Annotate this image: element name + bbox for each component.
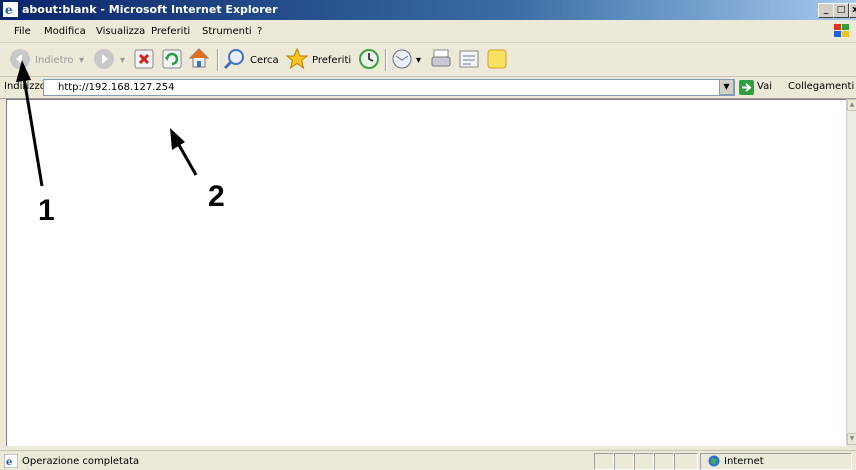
svg-text:e: e [5, 3, 13, 17]
address-field-container [43, 79, 735, 96]
back-arrow-icon [10, 49, 30, 69]
status-pane [614, 453, 634, 470]
toolbar-separator [385, 49, 387, 71]
edit-button[interactable] [458, 47, 482, 73]
ie-icon: e [3, 2, 18, 17]
search-button[interactable]: Cerca [222, 47, 282, 73]
home-button[interactable] [188, 47, 212, 73]
minimize-button[interactable]: _ [818, 3, 834, 18]
menu-preferiti[interactable]: Preferiti [151, 26, 190, 37]
back-label: Indietro [35, 55, 74, 66]
search-icon [223, 49, 244, 70]
favorites-button[interactable]: Preferiti [285, 47, 353, 73]
back-dropdown-icon: ▾ [79, 55, 85, 66]
note-icon [487, 49, 507, 69]
mail-icon [392, 49, 412, 69]
window-title: about:blank - Microsoft Internet Explore… [22, 3, 278, 16]
address-input[interactable] [58, 80, 678, 95]
title-bar: e about:blank - Microsoft Internet Explo… [0, 0, 856, 20]
go-button[interactable]: Vai [757, 81, 772, 92]
menu-modifica[interactable]: Modifica [44, 26, 86, 37]
forward-dropdown-icon: ▾ [120, 55, 126, 66]
refresh-button[interactable] [162, 47, 184, 73]
close-button[interactable]: x [849, 3, 856, 18]
annotation-label-1: 1 [38, 194, 55, 227]
standard-toolbar: Indietro ▾ ▾ Cerca Preferiti ▾ [0, 43, 856, 77]
print-button[interactable] [430, 47, 454, 73]
status-pane [594, 453, 614, 470]
back-button[interactable]: Indietro ▾ [8, 47, 88, 73]
stop-icon [134, 49, 154, 69]
mail-dropdown-icon: ▾ [416, 55, 422, 66]
search-label: Cerca [250, 55, 279, 66]
forward-arrow-icon [94, 49, 114, 69]
messenger-button[interactable] [486, 47, 510, 73]
zone-text: Internet [724, 456, 764, 467]
links-button[interactable]: Collegamenti » [788, 81, 856, 92]
address-bar: Indirizzo ▼ Vai Collegamenti » [0, 77, 856, 99]
windows-logo-icon [834, 24, 849, 37]
annotation-label-2: 2 [208, 180, 225, 213]
refresh-icon [162, 49, 182, 69]
menu-bar: File Modifica Visualizza Preferiti Strum… [0, 20, 856, 43]
status-bar: e Operazione completata Internet [0, 450, 856, 470]
star-icon [285, 47, 309, 70]
stop-button[interactable] [134, 47, 156, 73]
printer-icon [431, 49, 451, 67]
favorites-label: Preferiti [312, 55, 352, 66]
status-pane [654, 453, 674, 470]
mail-button[interactable]: ▾ [390, 47, 426, 73]
maximize-button[interactable]: □ [833, 3, 849, 18]
zone-pane [700, 453, 852, 470]
history-icon [359, 49, 379, 69]
menu-visualizza[interactable]: Visualizza [96, 26, 145, 37]
toolbar-separator [217, 49, 219, 71]
page-content[interactable] [6, 99, 846, 446]
globe-icon [708, 455, 720, 467]
menu-strumenti[interactable]: Strumenti [202, 26, 252, 37]
vertical-scrollbar[interactable]: ▲ ▼ [846, 99, 856, 445]
address-dropdown-button[interactable]: ▼ [719, 79, 734, 95]
go-arrow-icon[interactable] [739, 80, 754, 95]
forward-button[interactable]: ▾ [92, 47, 132, 73]
status-pane [634, 453, 654, 470]
browser-window: e about:blank - Microsoft Internet Explo… [0, 0, 856, 470]
menu-file[interactable]: File [14, 26, 31, 37]
svg-text:e: e [6, 457, 12, 468]
address-label: Indirizzo [4, 81, 46, 92]
edit-icon [459, 50, 479, 68]
page-icon: e [4, 454, 18, 468]
status-pane [674, 453, 698, 470]
scroll-down-button[interactable]: ▼ [847, 433, 856, 445]
status-text: Operazione completata [22, 456, 140, 467]
history-button[interactable] [358, 47, 382, 73]
home-icon [188, 48, 210, 68]
scroll-up-button[interactable]: ▲ [847, 99, 856, 111]
menu-help[interactable]: ? [257, 26, 262, 37]
